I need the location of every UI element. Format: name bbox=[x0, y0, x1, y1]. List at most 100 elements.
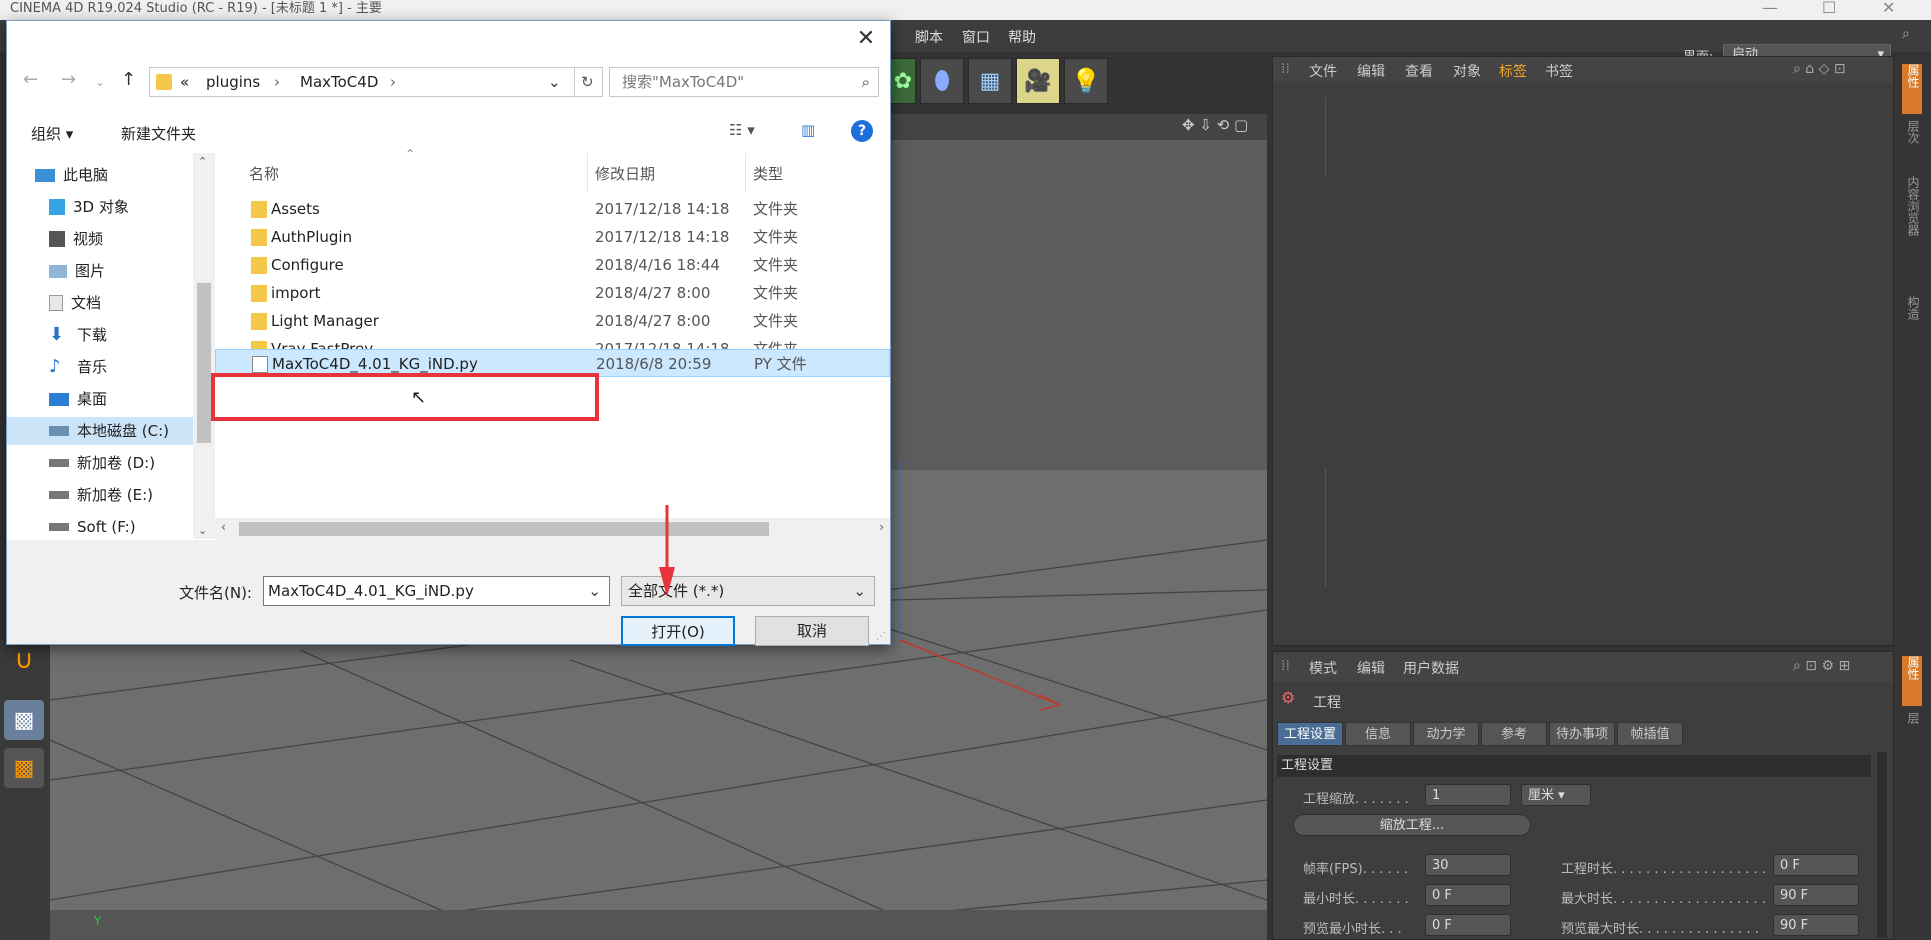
unit-select[interactable]: 厘米 ▾ bbox=[1521, 784, 1591, 806]
refresh-icon[interactable]: ↻ bbox=[574, 68, 594, 96]
nav-videos[interactable]: 视频 bbox=[49, 225, 103, 253]
recent-dropdown-icon[interactable]: ⌄ bbox=[95, 75, 105, 89]
new-folder-button[interactable]: 新建文件夹 bbox=[121, 123, 196, 144]
search-icon: ⌕ bbox=[861, 73, 870, 91]
attr-menu-mode[interactable]: 模式 bbox=[1309, 658, 1337, 678]
list-item[interactable]: Vray FastPrev 2017/12/18 14:18 文件夹 bbox=[215, 335, 890, 349]
list-item[interactable]: AuthPlugin 2017/12/18 14:18 文件夹 bbox=[215, 223, 890, 251]
help-icon[interactable]: ? bbox=[851, 120, 873, 142]
vtab-attributes-2[interactable]: 属性 bbox=[1902, 656, 1922, 706]
scale-field[interactable]: 1 bbox=[1425, 784, 1511, 806]
attr-menu-userdata[interactable]: 用户数据 bbox=[1403, 658, 1459, 678]
nav-scrollbar[interactable]: ⌃ ⌄ bbox=[193, 153, 215, 539]
forward-icon[interactable]: → bbox=[61, 69, 76, 90]
attr-tool-icons[interactable]: ⌕ ⊡ ⚙ ⊞ bbox=[1793, 658, 1850, 674]
deformer-icon[interactable]: ⬮ bbox=[920, 58, 964, 104]
horizontal-scrollbar[interactable]: ‹ › bbox=[215, 518, 890, 540]
tab-interpolation[interactable]: 帧插值 bbox=[1617, 722, 1683, 746]
generator-icon[interactable]: ✿ bbox=[890, 58, 916, 104]
nav-music[interactable]: ♪ 音乐 bbox=[49, 353, 107, 381]
vtab-layers[interactable]: 层 bbox=[1902, 712, 1922, 742]
nav-drive-e[interactable]: 新加卷 (E:) bbox=[49, 481, 153, 509]
vtab-content-browser[interactable]: 内容浏览器 bbox=[1902, 176, 1922, 286]
col-type[interactable]: 类型 bbox=[753, 163, 783, 184]
tab-project-settings[interactable]: 工程设置 bbox=[1277, 722, 1343, 746]
camera-icon[interactable]: 🎥 bbox=[1016, 58, 1060, 104]
list-item[interactable]: Configure 2018/4/16 18:44 文件夹 bbox=[215, 251, 890, 279]
tab-reference[interactable]: 参考 bbox=[1481, 722, 1547, 746]
viewport-nav-icons[interactable]: ✥ ⇩ ⟲ ▢ bbox=[1182, 116, 1248, 134]
menu-help[interactable]: 帮助 bbox=[1008, 27, 1036, 47]
filename-input[interactable]: MaxToC4D_4.01_KG_iND.py ⌄ bbox=[263, 576, 610, 606]
menu-window[interactable]: 窗口 bbox=[962, 27, 990, 47]
preview-max-field[interactable]: 90 F bbox=[1773, 914, 1859, 936]
list-item[interactable]: Light Manager 2018/4/27 8:00 文件夹 bbox=[215, 307, 890, 335]
organize-button[interactable]: 组织 ▾ bbox=[31, 123, 73, 144]
scale-project-button[interactable]: 缩放工程... bbox=[1293, 814, 1531, 836]
tab-dynamics[interactable]: 动力学 bbox=[1413, 722, 1479, 746]
address-dropdown-icon[interactable]: ⌄ bbox=[548, 68, 561, 96]
nav-pictures[interactable]: 图片 bbox=[49, 257, 105, 285]
nav-drive-f[interactable]: Soft (F:) bbox=[49, 513, 136, 541]
light-icon[interactable]: 💡 bbox=[1064, 58, 1108, 104]
nav-3d-objects[interactable]: 3D 对象 bbox=[49, 193, 129, 221]
menu-script[interactable]: 脚本 bbox=[915, 27, 943, 47]
om-tool-icons[interactable]: ⌕ ⌂ ◇ ⊡ bbox=[1793, 61, 1846, 77]
tab-info[interactable]: 信息 bbox=[1345, 722, 1411, 746]
fps-label: 帧率(FPS). . . . . . bbox=[1303, 862, 1409, 877]
address-bar[interactable]: « plugins › MaxToC4D › ⌄ ↻ bbox=[149, 67, 603, 97]
om-menu-bookmarks[interactable]: 书签 bbox=[1545, 61, 1573, 81]
max-time-field[interactable]: 90 F bbox=[1773, 884, 1859, 906]
cancel-button[interactable]: 取消 bbox=[755, 616, 869, 646]
magnet-icon[interactable]: ∪ bbox=[4, 640, 44, 680]
breadcrumb-maxtoc4d[interactable]: MaxToC4D bbox=[300, 68, 378, 96]
preview-pane-icon[interactable]: ▥ bbox=[801, 121, 815, 139]
close-icon[interactable]: ✕ bbox=[850, 25, 882, 53]
up-icon[interactable]: ↑ bbox=[121, 69, 136, 90]
fps-field[interactable]: 30 bbox=[1425, 854, 1511, 876]
vtab-structure[interactable]: 构造 bbox=[1902, 296, 1922, 346]
vtab-attributes[interactable]: 属性 bbox=[1902, 64, 1922, 114]
locked-workplane-icon[interactable]: ▩ bbox=[4, 700, 44, 740]
tab-todo[interactable]: 待办事项 bbox=[1549, 722, 1615, 746]
resize-grip-icon[interactable]: ⋰ bbox=[876, 631, 886, 642]
close-app-icon[interactable]: ✕ bbox=[1882, 0, 1895, 17]
min-time-field[interactable]: 0 F bbox=[1425, 884, 1511, 906]
search-input[interactable]: 搜索"MaxToC4D" ⌕ bbox=[609, 67, 879, 97]
minimize-icon[interactable]: — bbox=[1762, 0, 1778, 17]
om-menu-object[interactable]: 对象 bbox=[1453, 61, 1481, 81]
attr-scrollbar[interactable] bbox=[1877, 752, 1887, 938]
nav-documents[interactable]: 文档 bbox=[49, 289, 101, 317]
col-date[interactable]: 修改日期 bbox=[595, 163, 655, 184]
open-button[interactable]: 打开(O) bbox=[621, 616, 735, 646]
folder-icon bbox=[251, 285, 267, 302]
maximize-icon[interactable]: ☐ bbox=[1822, 0, 1836, 17]
workplane-icon[interactable]: ▩ bbox=[4, 748, 44, 788]
om-menu-edit[interactable]: 编辑 bbox=[1357, 61, 1385, 81]
nav-desktop[interactable]: 桌面 bbox=[49, 385, 107, 413]
navigation-pane: 此电脑 3D 对象 视频 图片 文档 ⬇ 下载 ♪ 音乐 桌面 本地磁盘 (C:) … bbox=[7, 153, 215, 539]
om-menu-tags[interactable]: 标签 bbox=[1499, 61, 1527, 81]
col-name[interactable]: 名称 bbox=[249, 163, 279, 184]
list-item[interactable]: import 2018/4/27 8:00 文件夹 bbox=[215, 279, 890, 307]
breadcrumb-plugins[interactable]: plugins bbox=[206, 68, 260, 96]
nav-downloads[interactable]: ⬇ 下载 bbox=[49, 321, 107, 349]
nav-drive-d[interactable]: 新加卷 (D:) bbox=[49, 449, 155, 477]
om-menu-view[interactable]: 查看 bbox=[1405, 61, 1433, 81]
file-icon bbox=[252, 356, 268, 373]
search-icon[interactable]: ⌕ bbox=[1902, 26, 1910, 42]
nav-drive-c[interactable]: 本地磁盘 (C:) bbox=[7, 417, 193, 445]
right-tab-bar: 属性 层次 内容浏览器 构造 属性 层 bbox=[1894, 56, 1931, 940]
view-options-icon[interactable]: ☷ ▾ bbox=[729, 121, 755, 139]
preview-min-field[interactable]: 0 F bbox=[1425, 914, 1511, 936]
attr-menu-edit[interactable]: 编辑 bbox=[1357, 658, 1385, 678]
om-menu-file[interactable]: 文件 bbox=[1309, 61, 1337, 81]
download-icon: ⬇ bbox=[49, 324, 65, 345]
breadcrumb-more[interactable]: « bbox=[180, 68, 189, 96]
back-icon[interactable]: ← bbox=[23, 69, 38, 90]
vtab-takes[interactable]: 层次 bbox=[1902, 120, 1922, 170]
nav-this-pc[interactable]: 此电脑 bbox=[35, 161, 108, 189]
duration-field[interactable]: 0 F bbox=[1773, 854, 1859, 876]
floor-icon[interactable]: ▦ bbox=[968, 58, 1012, 104]
list-item[interactable]: Assets 2017/12/18 14:18 文件夹 bbox=[215, 195, 890, 223]
